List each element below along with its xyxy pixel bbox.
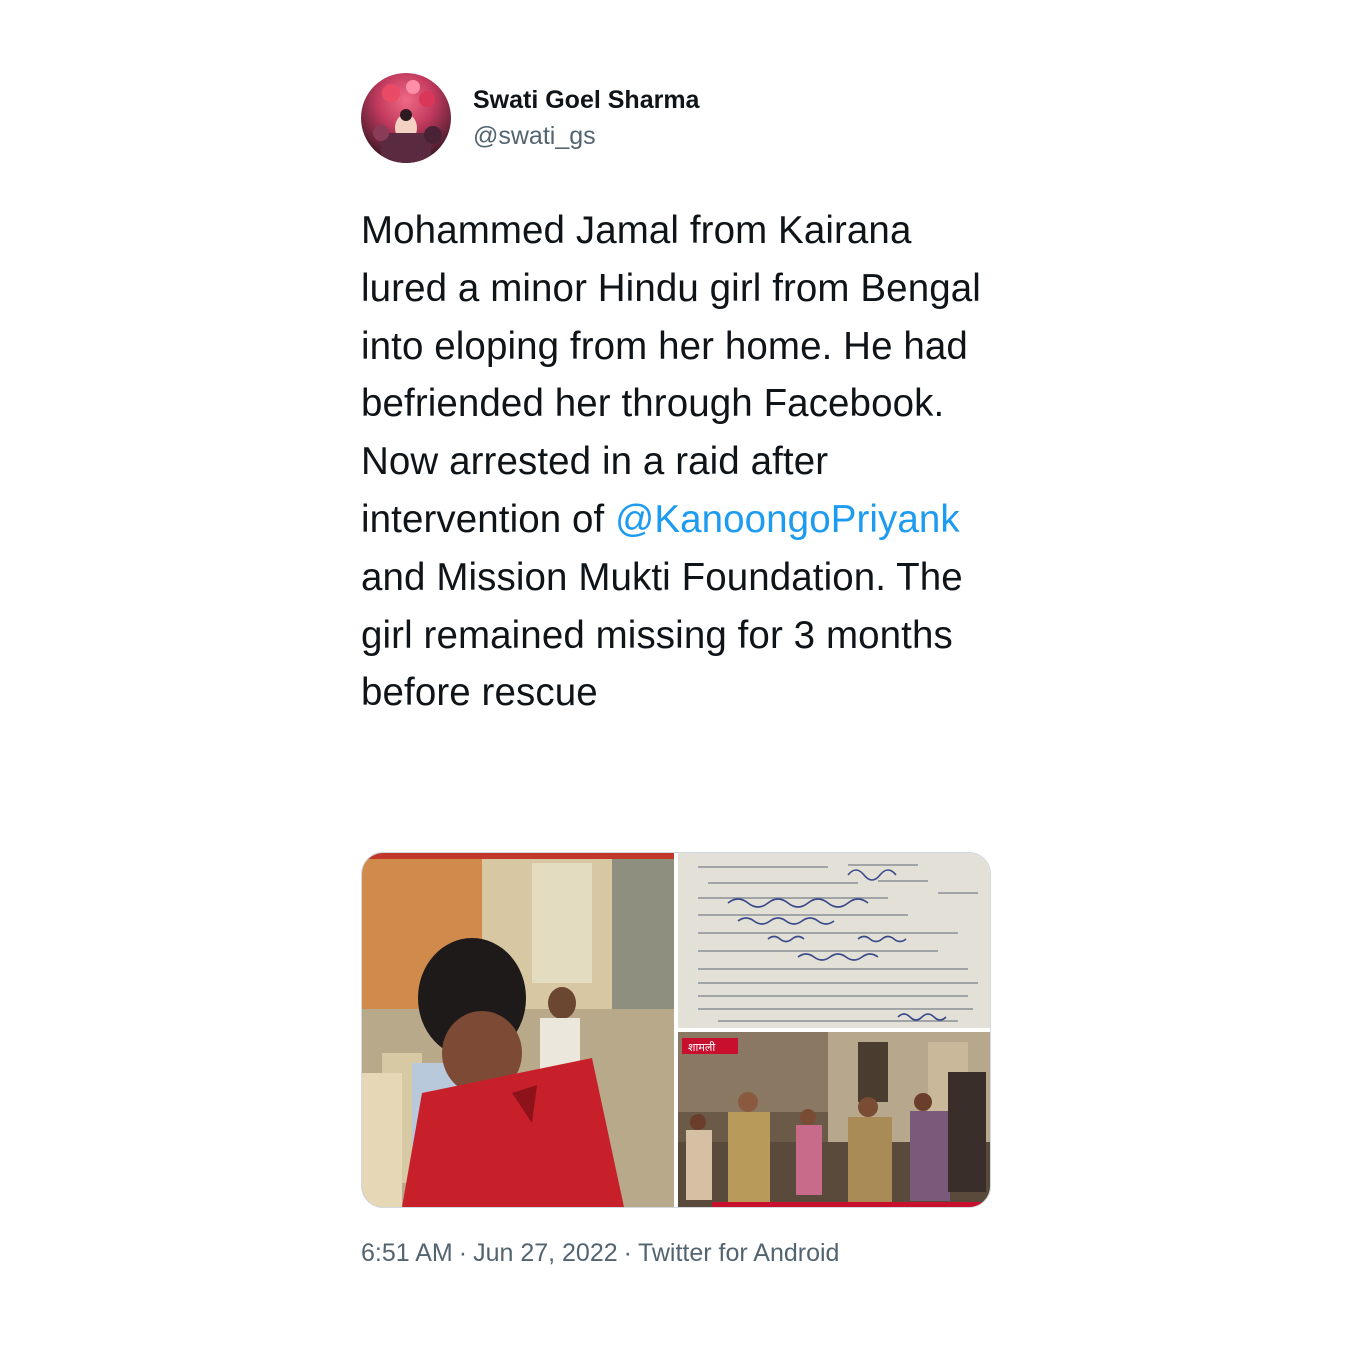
tweet-date[interactable]: Jun 27, 2022 <box>473 1239 618 1267</box>
meta-separator: · <box>458 1239 468 1267</box>
media-grid: शामली <box>361 852 991 1208</box>
photo-man-red-shirt-graphic <box>362 853 674 1207</box>
avatar-photo <box>361 73 451 163</box>
photo-court-document[interactable] <box>678 853 990 1028</box>
user-handle[interactable]: @swati_gs <box>473 120 699 152</box>
mention-link[interactable]: @KanoongoPriyank <box>615 498 960 541</box>
tweet-text: Mohammed Jamal from Kairana lured a mino… <box>361 202 991 722</box>
tweet-text-part: and Mission Mukti Foundation. The girl r… <box>361 555 963 715</box>
photo-man-red-shirt[interactable] <box>362 853 674 1207</box>
display-name[interactable]: Swati Goel Sharma <box>473 84 699 116</box>
news-overlay-label: शामली <box>688 1041 715 1054</box>
tweet-time[interactable]: 6:51 AM <box>361 1239 453 1267</box>
tweet-source: Twitter for Android <box>637 1239 840 1267</box>
user-names: Swati Goel Sharma @swati_gs <box>473 84 699 152</box>
photo-court-document-graphic <box>678 853 990 1028</box>
meta-separator: · <box>623 1239 632 1267</box>
tweet-header: Swati Goel Sharma @swati_gs <box>361 72 991 164</box>
photo-police-news-still-graphic: शामली <box>678 1032 990 1207</box>
photo-police-news-still[interactable]: शामली <box>678 1032 990 1207</box>
avatar[interactable] <box>361 73 451 163</box>
tweet-text-part: Mohammed Jamal from Kairana lured a mino… <box>361 209 981 541</box>
tweet-meta: 6:51 AM · Jun 27, 2022 · Twitter for Android <box>361 1235 839 1271</box>
tweet: Swati Goel Sharma @swati_gs Mohammed Jam… <box>361 72 991 1267</box>
